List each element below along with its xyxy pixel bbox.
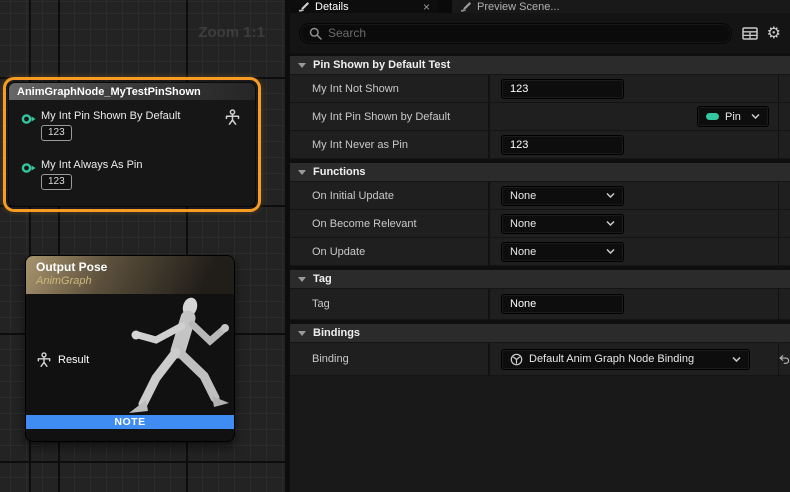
result-pin-label: Result: [58, 354, 89, 366]
pin-value-box[interactable]: 123: [41, 174, 72, 190]
gear-icon[interactable]: ⚙: [767, 25, 781, 41]
pin-label: My Int Pin Shown By Default: [41, 110, 245, 122]
binding-class-icon: [510, 353, 523, 366]
node-title[interactable]: AnimGraphNode_MyTestPinShown: [9, 83, 255, 100]
pin-row: My Int Always As Pin 123: [9, 141, 255, 190]
on-initial-update-dropdown[interactable]: None: [501, 186, 624, 206]
node-header[interactable]: Output Pose AnimGraph: [26, 256, 234, 294]
pin-visibility-dropdown[interactable]: Pin: [697, 106, 769, 127]
dropdown-value: None: [510, 246, 600, 258]
running-mannequin-image: [112, 294, 232, 429]
my-int-not-shown-input[interactable]: [501, 79, 624, 99]
on-update-dropdown[interactable]: None: [501, 242, 624, 262]
tab-label: Details: [315, 1, 418, 13]
chevron-down-icon: [606, 193, 615, 198]
chevron-down-icon: [298, 63, 306, 68]
category-title: Pin Shown by Default Test: [313, 59, 450, 71]
property-label: My Int Pin Shown by Default: [290, 103, 490, 130]
property-row-on-become-relevant: On Become Relevant None: [290, 210, 790, 238]
category-bindings[interactable]: Bindings: [290, 324, 790, 343]
binding-dropdown[interactable]: Default Anim Graph Node Binding: [501, 349, 750, 370]
property-label: Binding: [290, 343, 490, 375]
property-row-my-int-not-shown: My Int Not Shown: [290, 75, 790, 103]
property-row-binding: Binding Default Anim Graph Node Binding: [290, 343, 790, 376]
category-tag[interactable]: Tag: [290, 270, 790, 289]
details-pen-icon: [460, 1, 472, 12]
property-label: On Become Relevant: [290, 210, 490, 237]
int-pin-icon[interactable]: [21, 113, 37, 125]
int-pin-icon[interactable]: [21, 162, 37, 174]
dropdown-value: Default Anim Graph Node Binding: [529, 353, 726, 365]
node-output-pose[interactable]: Output Pose AnimGraph: [25, 255, 235, 442]
search-input[interactable]: [328, 26, 722, 40]
category-title: Tag: [313, 273, 332, 285]
property-row-tag: Tag: [290, 289, 790, 320]
chevron-down-icon: [751, 114, 760, 119]
category-title: Functions: [313, 166, 366, 178]
my-int-never-as-pin-input[interactable]: [501, 135, 624, 155]
dropdown-value: Pin: [725, 111, 745, 123]
node-title: Output Pose: [36, 260, 224, 275]
view-options-icon[interactable]: [742, 27, 758, 40]
search-row: ⚙: [290, 13, 790, 53]
chevron-down-icon: [298, 277, 306, 282]
chevron-down-icon: [606, 221, 615, 226]
chevron-down-icon: [732, 357, 741, 362]
property-row-on-initial-update: On Initial Update None: [290, 182, 790, 210]
dropdown-value: None: [510, 190, 600, 202]
search-field[interactable]: [299, 23, 732, 44]
node-body: AnimGraphNode_MyTestPinShown My Int Pin …: [8, 82, 256, 207]
category-pin-shown-by-default-test[interactable]: Pin Shown by Default Test: [290, 56, 790, 75]
app-window: Zoom 1:1 AnimGraphNode_MyTestPinShown My…: [0, 0, 790, 492]
details-panel: Details × Preview Scene...: [285, 0, 790, 492]
chevron-down-icon: [606, 249, 615, 254]
property-label: Tag: [290, 289, 490, 319]
node-body: Result NOTE: [26, 294, 234, 429]
tab-separator: [438, 0, 452, 13]
pose-pin-icon[interactable]: [224, 109, 241, 126]
chevron-down-icon: [298, 331, 306, 336]
pin-pill-icon: [706, 113, 719, 120]
zoom-level-label: Zoom 1:1: [198, 24, 265, 41]
close-icon[interactable]: ×: [423, 2, 430, 12]
pin-value-box[interactable]: 123: [41, 125, 72, 141]
tab-preview-scene[interactable]: Preview Scene...: [452, 0, 790, 13]
property-row-my-int-pin-shown-by-default: My Int Pin Shown by Default Pin: [290, 103, 790, 131]
note-badge[interactable]: NOTE: [26, 415, 234, 429]
pin-label: My Int Always As Pin: [41, 159, 245, 171]
category-functions[interactable]: Functions: [290, 163, 790, 182]
property-label: On Initial Update: [290, 182, 490, 209]
category-title: Bindings: [313, 327, 360, 339]
anim-graph-canvas[interactable]: Zoom 1:1 AnimGraphNode_MyTestPinShown My…: [0, 0, 285, 492]
dropdown-value: None: [510, 218, 600, 230]
details-pen-icon: [298, 1, 310, 12]
pose-pin-icon: [36, 352, 52, 368]
node-subtitle: AnimGraph: [36, 275, 224, 288]
reset-to-default-icon[interactable]: [779, 353, 790, 366]
property-label: On Update: [290, 238, 490, 265]
property-row-my-int-never-as-pin: My Int Never as Pin: [290, 131, 790, 159]
chevron-down-icon: [298, 170, 306, 175]
property-label: My Int Never as Pin: [290, 131, 490, 158]
tab-label: Preview Scene...: [477, 1, 560, 13]
on-become-relevant-dropdown[interactable]: None: [501, 214, 624, 234]
node-anim-graph-test[interactable]: AnimGraphNode_MyTestPinShown My Int Pin …: [3, 77, 261, 212]
tab-details[interactable]: Details ×: [290, 0, 438, 13]
pin-row: My Int Pin Shown By Default 123: [9, 100, 255, 141]
details-body: Pin Shown by Default Test My Int Not Sho…: [290, 53, 790, 492]
property-label: My Int Not Shown: [290, 75, 490, 102]
details-empty-area: [290, 376, 790, 492]
tab-bar: Details × Preview Scene...: [290, 0, 790, 13]
result-pin[interactable]: Result: [36, 352, 89, 368]
property-row-on-update: On Update None: [290, 238, 790, 266]
search-icon: [309, 27, 322, 40]
tag-input[interactable]: [501, 294, 624, 314]
